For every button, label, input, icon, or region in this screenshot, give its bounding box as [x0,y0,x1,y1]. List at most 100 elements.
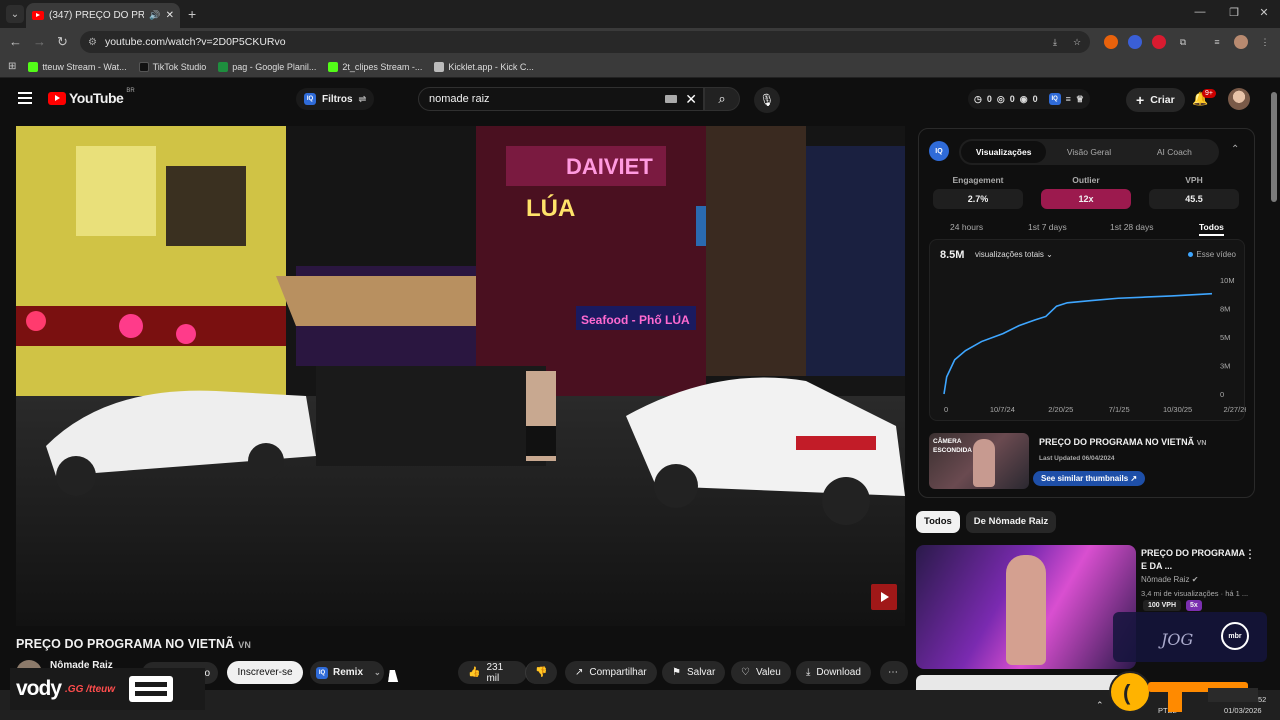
vidiq-icon[interactable]: IQ [1048,93,1061,105]
metric-label: VPH [1185,175,1203,185]
search-input[interactable]: nomade raiz ✕ [418,87,704,111]
suggested-views: 3,4 mi de visualizações · há 1 ... [1141,589,1249,598]
collapse-icon[interactable]: ⌃ [1231,144,1239,155]
see-similar-thumbnails-button[interactable]: See similar thumbnails ↗ [1033,471,1146,486]
vidiq-panel: IQ Visualizações Visão Geral AI Coach ⌃ … [918,128,1255,498]
trophy-icon[interactable]: ♕ [1076,94,1084,105]
tab-close-icon[interactable]: ✕ [166,10,174,21]
more-vertical-icon[interactable]: ⋮ [1244,547,1256,561]
overlay-badge: mbr [1221,622,1249,650]
range-all[interactable]: Todos [1199,222,1224,236]
extensions-puzzle-icon[interactable]: ⧉ [1176,35,1190,49]
clear-search-icon[interactable]: ✕ [685,91,697,108]
window-close-icon[interactable]: ✕ [1256,6,1272,19]
maximize-icon[interactable]: ❐ [1226,6,1242,19]
voice-search-button[interactable]: 🎙 [754,87,780,113]
verified-icon: ✔ [1191,575,1199,584]
dislike-button[interactable]: 👎 [525,661,557,684]
forward-icon[interactable]: → [33,34,46,49]
thanks-button[interactable]: ♡ Valeu [731,661,791,684]
extension-icon[interactable] [1128,35,1142,49]
sliders-icon: ⇌ [358,93,367,104]
browser-tab[interactable]: (347) PREÇO DO PROGRAMA 🔊 ✕ [26,3,180,28]
extension-icon[interactable] [1104,35,1118,49]
search-button[interactable]: ⌕ [704,87,740,111]
account-avatar[interactable] [1228,88,1250,110]
back-icon[interactable]: ← [9,34,22,49]
remix-button[interactable]: IQ Remix ⌄ [310,661,384,684]
profile-avatar-icon[interactable] [1234,35,1248,49]
suggested-channel[interactable]: Nômade Raiz ✔ [1141,575,1198,584]
apps-grid-icon[interactable]: ⊞ [8,61,16,72]
bookmark-star-icon[interactable]: ☆ [1070,35,1084,49]
chip-todos[interactable]: Todos [916,511,960,533]
minimize-icon[interactable]: — [1192,6,1208,18]
bookmark-item[interactable]: tteuw Stream - Wat... [28,61,127,72]
suggested-thumbnail[interactable] [916,545,1136,669]
address-bar[interactable]: ⚙ youtube.com/watch?v=2D0P5CKURvo [80,31,1090,53]
bookmark-item[interactable]: Kicklet.app - Kick C... [434,61,534,72]
kick-icon [28,61,39,72]
menu-icon[interactable] [18,92,32,104]
mouse-cursor [388,670,400,682]
y-tick-label: 3M [1220,362,1230,371]
share-button[interactable]: ↗ Compartilhar [565,661,657,684]
bookmark-item[interactable]: 2t_clipes Stream -... [328,61,422,72]
filters-button[interactable]: IQ Filtros ⇌ [296,88,375,110]
range-24h[interactable]: 24 hours [950,222,983,232]
download-icon: ⤓ [806,667,811,678]
youtube-logo[interactable]: YouTube BR [48,88,135,106]
vph-badge: 100 VPH [1143,600,1182,611]
tab-search-button[interactable]: ⌄ [6,5,24,23]
new-tab-button[interactable]: + [188,6,196,22]
engagement-value: 2.7% [933,189,1023,209]
tab-visualizacoes[interactable]: Visualizações [961,141,1047,163]
suggested-title[interactable]: PREÇO DO PROGRAMA E DA ... [1141,547,1246,573]
kicklet-icon [434,61,445,72]
save-button[interactable]: ⚑ Salvar [662,661,726,684]
page-scrollbar[interactable] [1270,84,1278,684]
stream-overlay-banner: JOG mbr [1113,612,1267,662]
bookmark-item[interactable]: TikTok Studio [138,61,206,72]
url-text: youtube.com/watch?v=2D0P5CKURvo [104,36,286,48]
chart-plot: 0 3M 5M 8M 10M 0 10/7/24 2/20/25 7/1/25 10/30/25 2… [943,276,1246,414]
tray-expand-icon[interactable]: ⌃ [1096,700,1104,711]
channel-watermark[interactable] [871,584,897,610]
vph-value: 45.5 [1149,189,1239,209]
thumb-figure [973,439,995,487]
chip-de-nomade-raiz[interactable]: De Nômade Raiz [965,511,1057,533]
video-player[interactable]: DAIVIET LÚA Seafood - Phố LÚA [16,126,905,626]
list-icon[interactable]: ≡ [1066,94,1071,104]
browser-menu-icon[interactable]: ⋮ [1258,35,1272,49]
range-7d[interactable]: 1st 7 days [1028,222,1067,232]
range-28d[interactable]: 1st 28 days [1110,222,1153,232]
search-query: nomade raiz [429,93,490,105]
reload-icon[interactable]: ↻ [57,34,68,50]
brand-suffix: .GG /tteuw [65,683,116,695]
view-icon: ◉ [1019,93,1028,104]
media-control-icon[interactable]: ≡ [1210,35,1224,49]
site-info-icon[interactable]: ⚙ [88,37,97,48]
keyboard-icon[interactable] [665,95,677,103]
like-button[interactable]: 👍 231 mil [458,661,527,684]
extension-icon[interactable] [1152,35,1166,49]
scrollbar-thumb[interactable] [1271,92,1277,202]
video-frame: DAIVIET LÚA Seafood - Phố LÚA [16,126,905,626]
bookmark-item[interactable]: pag - Google Planil... [218,61,316,72]
download-button[interactable]: ⤓ Download [796,661,871,684]
x-tick-label: 10/7/24 [990,405,1015,414]
recommended-thumbnail[interactable]: CÂMERA ESCONDIDA [929,433,1029,489]
x-tick-label: 2/20/25 [1048,405,1073,414]
speaker-icon[interactable]: 🔊 [149,10,160,21]
more-actions-button[interactable]: ⋯ [880,661,908,684]
create-button[interactable]: + Criar [1126,88,1185,112]
install-icon[interactable]: ⤓ [1048,35,1062,49]
thumb-figure [1006,555,1046,665]
tab-visao-geral[interactable]: Visão Geral [1046,141,1131,163]
extension-counters[interactable]: ◷ 0 ◎ 0 ◉ 0 IQ ≡ ♕ [968,89,1090,109]
tab-ai-coach[interactable]: AI Coach [1132,141,1217,163]
browser-toolbar: ← → ↻ ⚙ youtube.com/watch?v=2D0P5CKURvo … [0,28,1280,56]
outlier-badge: 5x [1186,600,1202,611]
subscribe-button[interactable]: Inscrever-se [227,661,303,684]
notifications-badge: 9+ [1202,89,1216,98]
